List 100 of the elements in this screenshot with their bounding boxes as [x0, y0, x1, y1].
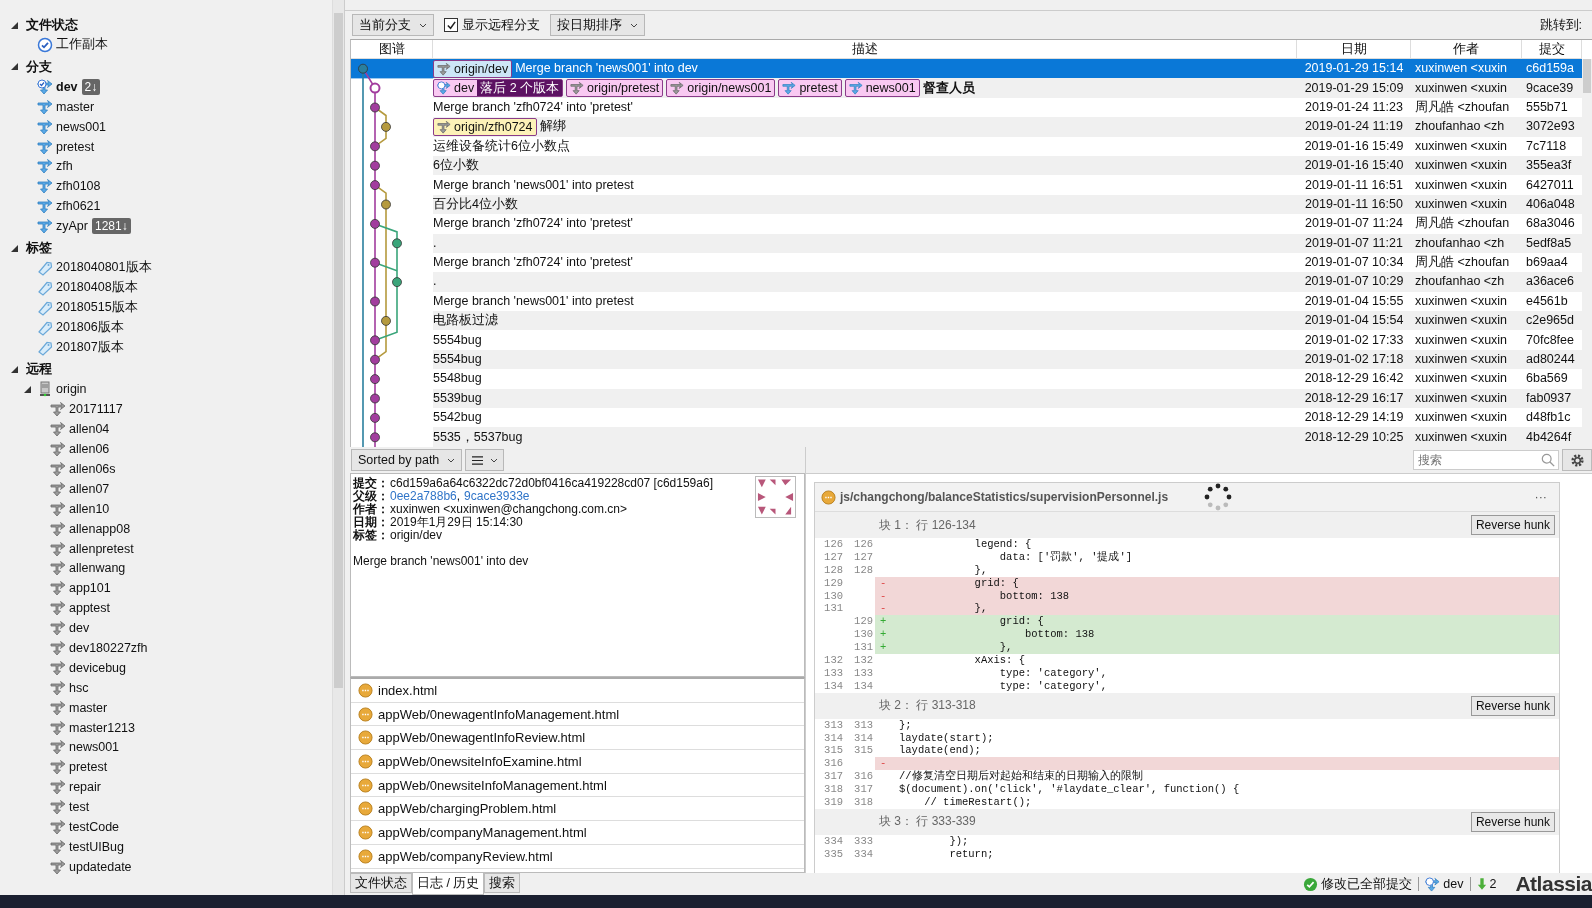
column-header[interactable]: 提交 — [1522, 40, 1582, 58]
branch-label[interactable]: origin/pretest — [566, 79, 664, 98]
commit-node[interactable] — [370, 374, 380, 384]
sort-dropdown[interactable]: 按日期排序 — [550, 14, 645, 36]
commit-node[interactable] — [381, 316, 391, 326]
sort-dropdown[interactable]: Sorted by path — [351, 449, 463, 471]
sidebar-item[interactable]: master — [0, 697, 332, 718]
reverse-hunk-button[interactable]: Reverse hunk — [1470, 695, 1555, 716]
sidebar-item[interactable]: origin — [0, 379, 332, 400]
commit-row[interactable]: 电路板过滤 2019-01-04 15:54 xuxinwen <xuxin c2e965d — [433, 311, 1582, 331]
sidebar-item[interactable]: testUIBug — [0, 836, 332, 857]
sidebar-item[interactable]: 2018040801版本 — [0, 258, 332, 278]
commit-node[interactable] — [370, 257, 380, 268]
branch-label[interactable]: news001 — [844, 79, 920, 98]
file-item[interactable]: appWeb/0newagentInfoManagement.html — [351, 702, 804, 727]
commit-node[interactable] — [358, 63, 368, 74]
commit-node[interactable] — [381, 122, 391, 132]
sidebar-item[interactable]: allen04 — [0, 419, 332, 440]
sidebar-item[interactable]: hsc — [0, 677, 332, 698]
commit-row[interactable]: dev 落后 2 个版本 origin/pretest origin/news001 pretest news001 督查人员 2019-01-29 15:09 xuxinwen <xuxin 9cace39 — [433, 78, 1582, 98]
sidebar-item[interactable]: devicebug — [0, 657, 332, 678]
sidebar-item[interactable]: allen06s — [0, 459, 332, 479]
sidebar-item[interactable]: apptest — [0, 598, 332, 619]
scrollbar[interactable] — [332, 0, 344, 895]
branch-label[interactable]: dev 落后 2 个版本 — [433, 79, 564, 98]
commit-node[interactable] — [392, 277, 402, 287]
commit-node[interactable] — [369, 82, 381, 94]
sidebar-item[interactable]: zfh0108 — [0, 176, 332, 197]
sidebar-item[interactable]: allen07 — [0, 478, 332, 499]
sidebar-item[interactable]: allen10 — [0, 498, 332, 519]
sidebar-item[interactable]: pretest — [0, 136, 332, 157]
file-item[interactable]: index.html — [351, 679, 804, 703]
expand-icon[interactable] — [11, 63, 18, 71]
commit-node[interactable] — [370, 296, 380, 307]
view-mode-button[interactable] — [465, 449, 505, 471]
sidebar-item[interactable]: zfh0621 — [0, 196, 332, 217]
sidebar-item[interactable]: 20171117 — [0, 399, 332, 420]
file-item[interactable]: appWeb/0newagentInfoReview.html — [351, 726, 804, 751]
column-header[interactable]: 描述 — [433, 40, 1297, 58]
sidebar-item[interactable]: master1213 — [0, 717, 332, 738]
sidebar-item[interactable]: zyApr 1281↓ — [0, 216, 332, 236]
commit-row[interactable]: origin/dev Merge branch 'news001' into dev 2019-01-29 15:14 xuxinwen <xuxin c6d159a — [433, 59, 1582, 79]
file-item[interactable]: appWeb/companyReview.html — [351, 844, 804, 869]
branch-label[interactable]: origin/news001 — [666, 79, 776, 98]
commit-row[interactable]: 6位小数 2019-01-16 15:40 xuxinwen <xuxin 355ea3f — [433, 155, 1582, 176]
branch-label[interactable]: origin/zfh0724 — [433, 117, 537, 136]
expand-icon[interactable] — [11, 21, 18, 29]
commit-row[interactable]: 5554bug 2019-01-02 17:18 xuxinwen <xuxin ad80244 — [433, 349, 1582, 370]
commit-node[interactable] — [370, 335, 380, 346]
branch-name[interactable]: dev — [1443, 877, 1464, 891]
sidebar-section-header[interactable]: 文件状态 — [0, 15, 332, 35]
parent-commit-link[interactable]: 9cace3933e — [464, 490, 530, 503]
expand-icon[interactable] — [11, 244, 18, 252]
branch-filter-dropdown[interactable]: 当前分支 — [352, 14, 434, 36]
sidebar-item[interactable]: master — [0, 96, 332, 117]
reverse-hunk-button[interactable]: Reverse hunk — [1470, 811, 1555, 832]
view-tab[interactable]: 文件状态 — [350, 873, 412, 893]
column-header[interactable]: 日期 — [1297, 40, 1411, 58]
sidebar-item[interactable]: 20180408版本 — [0, 277, 332, 298]
commit-node[interactable] — [370, 413, 380, 423]
sidebar-item[interactable]: 201806版本 — [0, 317, 332, 338]
sidebar-item[interactable]: allenpretest — [0, 538, 332, 559]
view-tab[interactable]: 搜索 — [484, 873, 521, 893]
branch-label[interactable]: origin/dev — [433, 59, 513, 78]
sidebar-item[interactable]: news001 — [0, 116, 332, 137]
file-item[interactable]: appWeb/0newsiteInfoExamine.html — [351, 750, 804, 774]
file-item[interactable]: appWeb/companyManagement.html — [351, 821, 804, 845]
sidebar-item[interactable]: app101 — [0, 578, 332, 599]
parent-commit-link[interactable]: 0ee2a788b6 — [390, 490, 457, 503]
commit-node[interactable] — [370, 432, 380, 443]
commit-node[interactable] — [370, 180, 380, 190]
sidebar-section-header[interactable]: 分支 — [0, 56, 332, 77]
file-item[interactable]: appWeb/chargingProblem.html — [351, 797, 804, 822]
sidebar-item[interactable]: news001 — [0, 737, 332, 758]
sidebar-section-header[interactable]: 远程 — [0, 359, 332, 380]
commit-row[interactable]: origin/zfh0724 解绑 2019-01-24 11:19 zhoufanhao <zh 3072e93 — [433, 117, 1582, 137]
sidebar-item[interactable]: allenapp08 — [0, 518, 332, 539]
column-header[interactable]: 作者 — [1411, 40, 1522, 58]
sidebar-item[interactable]: dev 2↓ — [0, 76, 332, 97]
commit-row[interactable]: . 2019-01-07 11:21 zhoufanhao <zh 5edf8a5 — [433, 233, 1582, 253]
sidebar-item[interactable]: zfh — [0, 156, 332, 177]
commit-node[interactable] — [370, 393, 380, 404]
commit-node[interactable] — [370, 141, 380, 152]
sidebar-item[interactable]: test — [0, 797, 332, 818]
commit-row[interactable]: 5535，5537bug 2018-12-29 10:25 xuxinwen <xuxin 4b4264f — [433, 427, 1582, 447]
sidebar-item[interactable]: 20180515版本 — [0, 297, 332, 318]
sidebar-item[interactable]: dev180227zfh — [0, 638, 332, 658]
sidebar-item[interactable]: dev — [0, 618, 332, 639]
sidebar-item[interactable]: allen06 — [0, 439, 332, 460]
search-field[interactable]: 搜索 — [1413, 450, 1559, 470]
sidebar-item[interactable]: repair — [0, 777, 332, 798]
sidebar-item[interactable]: pretest — [0, 757, 332, 778]
commit-row[interactable]: . 2019-01-07 10:29 zhoufanhao <zh a36ace6 — [433, 272, 1582, 292]
scrollbar-thumb[interactable] — [1583, 59, 1591, 93]
sidebar-item[interactable]: 201807版本 — [0, 337, 332, 358]
commit-node[interactable] — [370, 219, 380, 229]
scrollbar[interactable] — [1582, 59, 1592, 447]
sidebar-item[interactable]: testCode — [0, 817, 332, 837]
commit-node[interactable] — [370, 102, 380, 113]
branch-label[interactable]: pretest — [778, 79, 842, 98]
